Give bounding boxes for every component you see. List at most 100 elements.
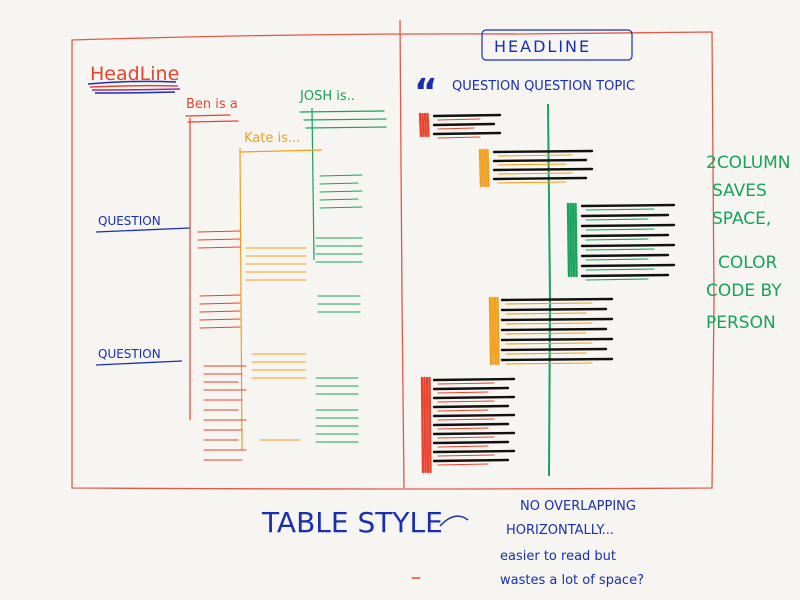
speech-line <box>432 440 510 445</box>
speech-subline <box>497 181 567 184</box>
speech-line <box>432 413 516 418</box>
speech-line <box>500 347 608 352</box>
josh-row-line <box>319 206 363 209</box>
speech-line <box>492 158 588 163</box>
speech-line <box>580 273 670 278</box>
ben-label: Ben is a <box>186 97 238 112</box>
quote-icon: “ <box>414 72 438 113</box>
josh-row-line <box>319 190 363 193</box>
speaker-marker <box>488 296 493 366</box>
speech-subline <box>437 454 495 457</box>
kate-header-rule <box>239 149 323 153</box>
speech-line <box>580 233 670 238</box>
speech-subline <box>585 268 655 271</box>
speech-line <box>432 113 502 118</box>
kate-label: Kate is... <box>244 131 300 146</box>
speech-line <box>500 337 614 342</box>
ben-header-line <box>185 114 231 117</box>
side-note-line-4: COLOR <box>718 253 777 273</box>
speech-subline <box>505 342 593 345</box>
speaker-marker <box>483 148 488 188</box>
speech-subline <box>437 400 495 403</box>
speaker-marker <box>423 112 428 138</box>
speech-line <box>580 253 670 258</box>
speech-line <box>432 131 502 136</box>
right-speech-blocks <box>418 112 676 474</box>
speech-subline <box>497 172 573 175</box>
speech-subline <box>585 278 649 281</box>
side-note: 2COLUMN SAVES SPACE, COLOR CODE BY PERSO… <box>706 153 791 333</box>
speech-subline <box>505 362 593 365</box>
speaker-marker <box>426 112 430 138</box>
josh-header-line <box>303 118 387 121</box>
question-1-underline <box>95 227 191 233</box>
bottom-note-line-2: HORIZONTALLY... <box>506 523 614 538</box>
speech-subline <box>585 218 649 221</box>
josh-header-line <box>305 126 387 129</box>
speech-subline <box>437 436 495 439</box>
table-style-caption: TABLE STYLE <box>261 506 443 539</box>
speech-line <box>432 422 510 427</box>
speech-line <box>432 386 510 391</box>
speaker-marker <box>425 376 430 474</box>
speaker-marker <box>421 112 425 138</box>
speech-subline <box>585 208 655 211</box>
speech-line <box>580 203 676 208</box>
speech-line <box>500 357 614 362</box>
side-note-line-2: SAVES <box>712 181 767 201</box>
kate-column-rule <box>239 147 243 451</box>
question-label-1: QUESTION <box>98 214 161 228</box>
speech-subline <box>437 391 489 394</box>
speech-subline <box>437 409 489 412</box>
right-headline: HEADLINE <box>494 37 591 56</box>
ben-row-line <box>199 294 241 297</box>
speech-line <box>580 263 676 268</box>
speaker-marker <box>481 148 485 188</box>
josh-row-line <box>319 174 363 177</box>
josh-column-rule <box>311 107 315 261</box>
speech-line <box>500 327 608 332</box>
speech-line <box>500 307 608 312</box>
ben-row-line <box>199 310 241 313</box>
speech-line <box>432 395 516 400</box>
speech-line <box>580 223 676 228</box>
speech-subline <box>437 118 481 121</box>
speech-line <box>432 458 510 463</box>
right-panel: HEADLINE “ QUESTION QUESTION TOPIC <box>414 29 676 477</box>
side-note-line-1: 2COLUMN <box>706 153 791 173</box>
speech-line <box>432 122 496 127</box>
speech-subline <box>585 228 655 231</box>
speech-subline <box>497 163 567 166</box>
speech-line <box>492 176 588 181</box>
ben-row-line <box>197 230 241 233</box>
josh-label: JOSH is.. <box>299 89 355 104</box>
left-table-lines <box>185 110 387 461</box>
speech-subline <box>585 238 649 241</box>
question-2-underline <box>95 360 183 366</box>
speech-subline <box>437 136 481 139</box>
speech-line <box>492 149 594 154</box>
speaker-marker <box>491 296 495 366</box>
table-style-flourish <box>439 515 469 527</box>
speaker-marker <box>493 296 498 366</box>
speaker-marker <box>486 148 490 188</box>
speech-subline <box>437 418 495 421</box>
speaker-marker <box>478 148 483 188</box>
topic-line: QUESTION QUESTION TOPIC <box>452 79 635 94</box>
speech-subline <box>437 382 495 385</box>
speaker-marker <box>566 202 571 278</box>
speech-subline <box>437 463 489 466</box>
bottom-note-line-1: NO OVERLAPPING <box>520 499 636 514</box>
speech-line <box>492 167 594 172</box>
ben-row-line <box>197 246 241 249</box>
side-note-line-5: CODE BY <box>706 281 782 301</box>
column-divider <box>399 19 405 489</box>
speech-line <box>500 297 614 302</box>
speech-subline <box>437 427 489 430</box>
speaker-marker <box>574 202 578 278</box>
speech-subline <box>505 352 587 355</box>
speaker-marker <box>423 376 427 474</box>
speech-subline <box>505 332 587 335</box>
bottom-note-line-4: wastes a lot of space? <box>500 573 644 588</box>
speech-line <box>580 213 670 218</box>
